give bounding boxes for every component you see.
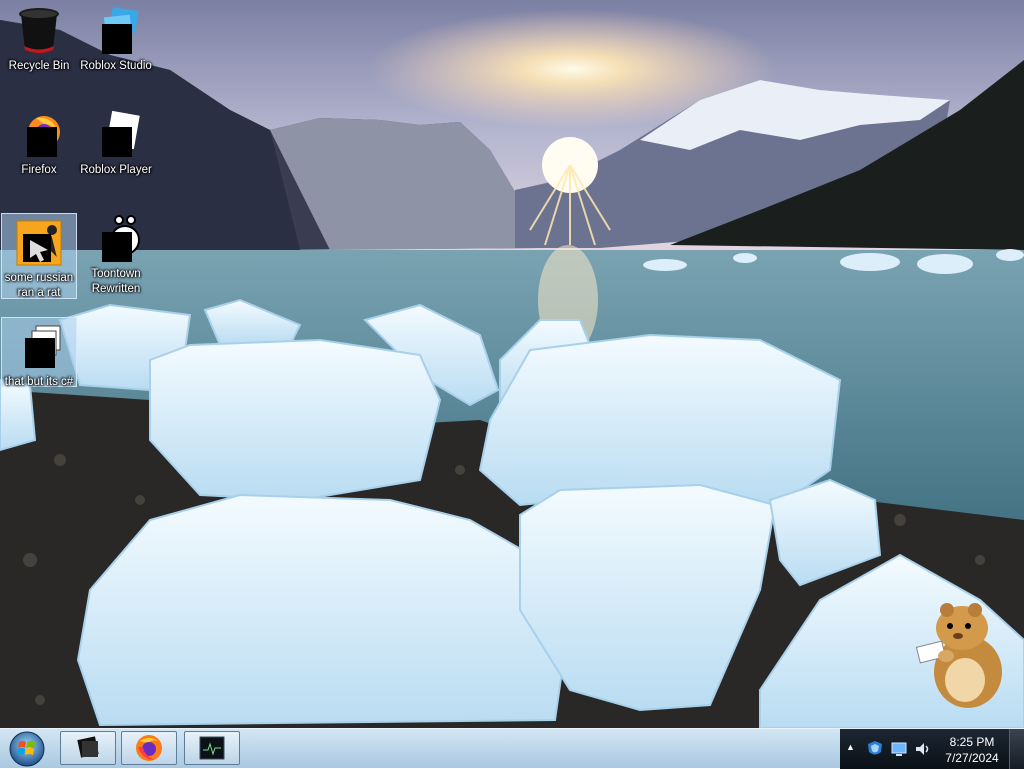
show-desktop-button[interactable] [1009,729,1024,769]
clock[interactable]: 8:25 PM 7/27/2024 [936,734,1008,766]
taskbar-button-monitor[interactable] [184,731,240,765]
firefox-icon [136,735,162,761]
desktop-icon-label: some russian ran a rat [4,272,74,299]
notification-area: ▲ 8:25 PM 7/27/2024 [840,729,1024,769]
desktop-icon-label: Toontown Rewritten [91,268,141,295]
hamster-reading-icon[interactable] [910,600,1010,710]
firefox-icon [14,110,64,160]
desktop-icon-some-russian-ran-a-rat[interactable]: some russian ran a rat [1,213,77,299]
clock-time: 8:25 PM [949,735,995,749]
roblox-studio-icon [77,736,99,758]
desktop-icon-firefox[interactable]: Firefox [1,106,77,192]
toontown-icon [91,214,141,264]
desktop-icon-toontown-rewritten[interactable]: Toontown Rewritten [78,210,154,296]
roblox-player-icon [91,110,141,160]
desktop-icon-label: Recycle Bin [8,60,70,72]
desktop-icon-label: Roblox Studio [80,60,152,72]
application-icon [14,322,64,372]
roblox-studio-icon [91,6,141,56]
clock-date: 7/27/2024 [945,751,999,765]
cursor-app-icon [14,218,64,268]
desktop-icon-recycle-bin[interactable]: Recycle Bin [1,2,77,88]
network-icon[interactable] [890,740,908,758]
monitor-icon [199,736,225,760]
defender-icon[interactable] [866,740,884,758]
desktop-icon-that-but-its-csharp[interactable]: that but its c# [1,317,77,388]
show-hidden-icons-arrow[interactable]: ▲ [846,742,855,752]
taskbar-button-roblox-studio[interactable] [60,731,116,765]
desktop-icon-label: Firefox [21,164,57,176]
desktop-icon-roblox-studio[interactable]: Roblox Studio [78,2,154,88]
volume-icon[interactable] [914,740,932,758]
windows-orb-icon [9,731,45,767]
desktop-icon-label: that but its c# [4,376,74,388]
desktop-icon-roblox-player[interactable]: Roblox Player [78,106,154,192]
taskbar-button-firefox[interactable] [121,731,177,765]
start-button[interactable] [3,730,51,768]
recycle-bin-icon [14,6,64,56]
taskbar: ▲ 8:25 PM 7/27/2024 [0,728,1024,769]
desktop-icon-label: Roblox Player [80,164,152,176]
